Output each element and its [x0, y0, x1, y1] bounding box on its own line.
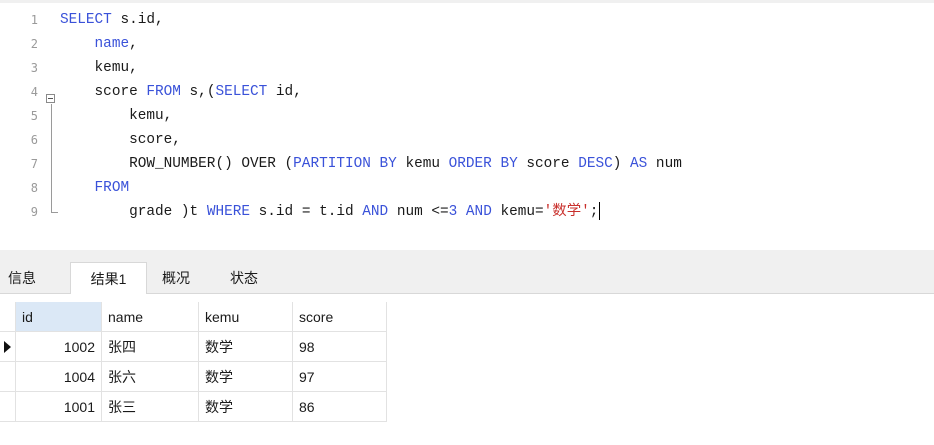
- current-row-arrow-icon: [4, 341, 11, 353]
- cell-score[interactable]: 98: [293, 332, 387, 362]
- sql-keyword: AS: [630, 156, 648, 172]
- cell-score[interactable]: 86: [293, 392, 387, 422]
- sql-keyword: 3: [448, 204, 458, 220]
- sql-keyword: SELECT: [215, 84, 268, 100]
- sql-keyword: AND: [465, 204, 492, 220]
- line-number: 7: [30, 157, 38, 171]
- code-text: kemu,: [60, 56, 138, 80]
- cell-score[interactable]: 97: [293, 362, 387, 392]
- code-text: FROM: [60, 176, 130, 200]
- row-indicator-header: [0, 302, 16, 332]
- line-number: 2: [30, 37, 38, 51]
- cell-kemu[interactable]: 数学: [199, 332, 293, 362]
- code-text: ROW_NUMBER() OVER (PARTITION BY kemu ORD…: [60, 152, 682, 176]
- sql-token: ;: [589, 204, 599, 220]
- line-number: 4: [30, 85, 38, 99]
- code-text: SELECT s.id,: [60, 8, 164, 32]
- code-line[interactable]: 6 score,: [0, 128, 934, 152]
- splitter[interactable]: [0, 250, 934, 258]
- sql-token: grade )t: [60, 204, 207, 220]
- code-line[interactable]: 8 FROM: [0, 176, 934, 200]
- column-header-id[interactable]: id: [16, 302, 102, 332]
- code-line[interactable]: 7 ROW_NUMBER() OVER (PARTITION BY kemu O…: [0, 152, 934, 176]
- tab-status[interactable]: 状态: [216, 262, 272, 294]
- text-cursor: [599, 202, 601, 221]
- result-grid: id name kemu score 1002 张四 数学 98 1004 张六…: [0, 294, 934, 445]
- sql-token: kemu=: [491, 204, 544, 220]
- cell-kemu[interactable]: 数学: [199, 362, 293, 392]
- line-number: 8: [30, 181, 38, 195]
- cell-kemu[interactable]: 数学: [199, 392, 293, 422]
- sql-token: s.id = t.id: [250, 204, 363, 220]
- line-number: 9: [30, 205, 38, 219]
- line-number: 6: [30, 133, 38, 147]
- code-line[interactable]: 1 SELECT s.id,: [0, 8, 934, 32]
- sql-keyword: FROM: [146, 84, 181, 100]
- sql-keyword: name: [94, 36, 130, 52]
- sql-token: score: [60, 84, 147, 100]
- sql-keyword: DESC: [578, 156, 613, 172]
- code-text: score FROM s,(SELECT id,: [60, 80, 302, 104]
- sql-string: '数学': [543, 204, 590, 220]
- sql-token: kemu,: [60, 60, 138, 76]
- cell-id[interactable]: 1004: [16, 362, 102, 392]
- code-line[interactable]: 4 score FROM s,(SELECT id,: [0, 80, 934, 104]
- sql-keyword: PARTITION BY: [293, 156, 397, 172]
- sql-token: score: [517, 156, 579, 172]
- sql-keyword: ORDER BY: [448, 156, 518, 172]
- column-header-kemu[interactable]: kemu: [199, 302, 293, 332]
- code-line[interactable]: 3 kemu,: [0, 56, 934, 80]
- sql-token: score,: [60, 132, 181, 148]
- code-text: grade )t WHERE s.id = t.id AND num <=3 A…: [60, 200, 601, 224]
- sql-keyword: AND: [362, 204, 389, 220]
- cell-name[interactable]: 张三: [102, 392, 199, 422]
- sql-token: num <=: [388, 204, 449, 220]
- sql-token: id,: [267, 84, 302, 100]
- row-indicator[interactable]: [0, 332, 16, 362]
- line-number: 3: [30, 61, 38, 75]
- code-text: score,: [60, 128, 181, 152]
- code-text: name,: [60, 32, 138, 56]
- sql-token: ): [612, 156, 631, 172]
- column-header-name[interactable]: name: [102, 302, 199, 332]
- tab-info[interactable]: 信息: [0, 262, 44, 294]
- sql-keyword: WHERE: [206, 204, 250, 220]
- code-line[interactable]: 2 name,: [0, 32, 934, 56]
- cell-name[interactable]: 张四: [102, 332, 199, 362]
- tab-result1[interactable]: 结果1: [70, 262, 147, 295]
- sql-editor[interactable]: 1 SELECT s.id, 2 name, 3 kemu, 4 score FROM …: [0, 3, 934, 250]
- sql-token: num: [647, 156, 682, 172]
- sql-keyword: SELECT: [60, 12, 112, 28]
- code-line[interactable]: 9 grade )t WHERE s.id = t.id AND num <=3…: [0, 200, 934, 224]
- row-indicator[interactable]: [0, 392, 16, 422]
- code-text: kemu,: [60, 104, 172, 128]
- result-tabs: 信息 结果1 概况 状态: [0, 258, 934, 295]
- line-number: 5: [30, 109, 38, 123]
- sql-token: ,: [129, 36, 138, 52]
- sql-token: kemu: [396, 156, 449, 172]
- sql-token: kemu,: [60, 108, 173, 124]
- code-line[interactable]: 5 kemu,: [0, 104, 934, 128]
- sql-token: s,(: [180, 84, 216, 100]
- row-indicator[interactable]: [0, 362, 16, 392]
- column-header-score[interactable]: score: [293, 302, 387, 332]
- tab-overview[interactable]: 概况: [148, 262, 204, 294]
- line-number: 1: [30, 13, 38, 27]
- sql-keyword: FROM: [94, 180, 130, 196]
- cell-name[interactable]: 张六: [102, 362, 199, 392]
- cell-id[interactable]: 1002: [16, 332, 102, 362]
- sql-token: s.id,: [111, 12, 164, 28]
- cell-id[interactable]: 1001: [16, 392, 102, 422]
- sql-token: ROW_NUMBER() OVER (: [60, 156, 294, 172]
